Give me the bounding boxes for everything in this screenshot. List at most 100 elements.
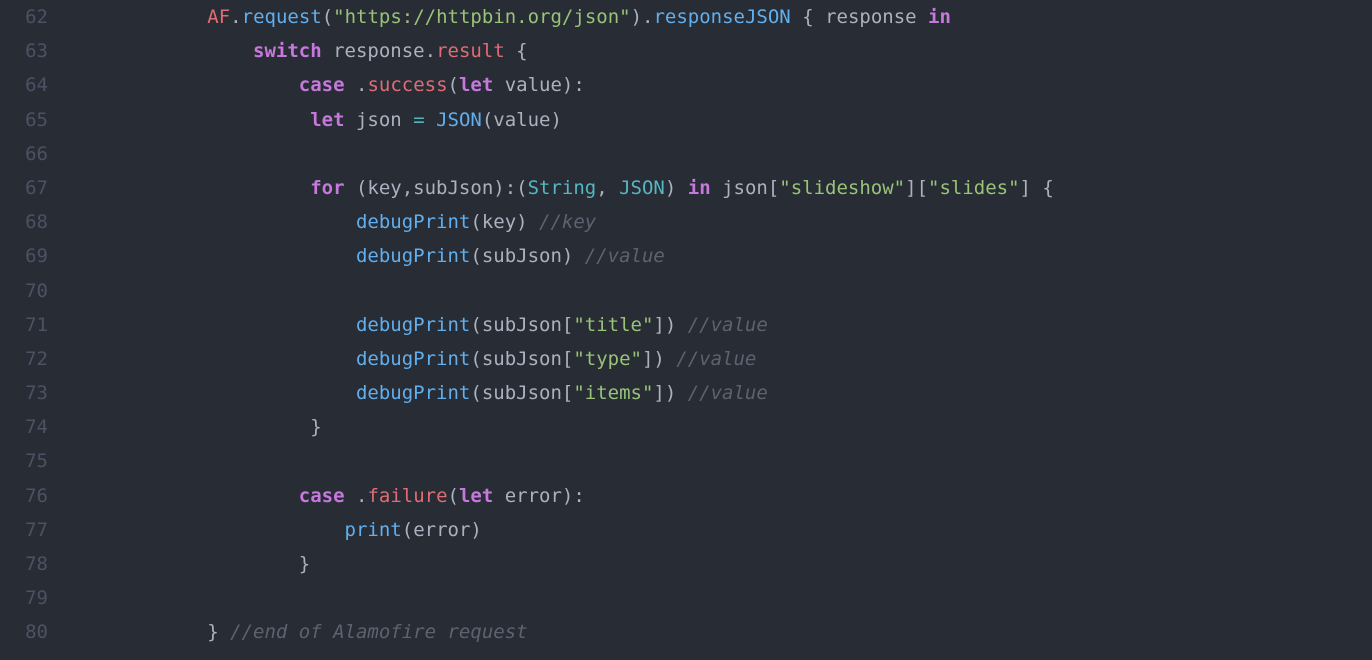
code-token: //value — [688, 382, 768, 404]
code-token — [425, 109, 436, 131]
code-token: result — [436, 40, 505, 62]
code-token: ] { — [1020, 177, 1054, 199]
code-token: (subJson[ — [470, 382, 573, 404]
code-token: "slides" — [928, 177, 1020, 199]
code-token: "items" — [573, 382, 653, 404]
code-token: //value — [688, 314, 768, 336]
code-token: } — [70, 553, 310, 575]
code-token: error): — [493, 485, 585, 507]
line-number: 63 — [0, 34, 48, 68]
code-token: response. — [322, 40, 436, 62]
code-line[interactable]: debugPrint(subJson["type"]) //value — [70, 342, 1372, 376]
code-token: (key) — [470, 211, 539, 233]
code-line[interactable]: AF.request("https://httpbin.org/json").r… — [70, 0, 1372, 34]
code-token — [70, 280, 81, 302]
code-token: } — [70, 416, 322, 438]
code-content[interactable]: AF.request("https://httpbin.org/json").r… — [70, 0, 1372, 660]
code-token: ]) — [653, 382, 687, 404]
code-token: debugPrint — [356, 382, 470, 404]
code-line[interactable]: debugPrint(subJson["title"]) //value — [70, 308, 1372, 342]
code-token: debugPrint — [356, 348, 470, 370]
code-line[interactable]: let json = JSON(value) — [70, 103, 1372, 137]
code-line[interactable]: for (key,subJson):(String, JSON) in json… — [70, 171, 1372, 205]
code-line[interactable]: debugPrint(subJson) //value — [70, 239, 1372, 273]
code-token: ( — [448, 74, 459, 96]
code-token — [70, 109, 310, 131]
line-number: 70 — [0, 274, 48, 308]
code-line[interactable] — [70, 581, 1372, 615]
code-token: debugPrint — [356, 211, 470, 233]
code-token: } — [70, 621, 230, 643]
code-token: , — [596, 177, 619, 199]
code-token: ( — [448, 485, 459, 507]
code-token — [70, 587, 81, 609]
line-number: 69 — [0, 239, 48, 273]
code-line[interactable]: debugPrint(key) //key — [70, 205, 1372, 239]
code-token: "title" — [573, 314, 653, 336]
code-line[interactable]: print(error) — [70, 513, 1372, 547]
code-token — [70, 245, 356, 267]
code-token — [70, 143, 81, 165]
code-token — [70, 6, 207, 28]
code-token: json — [345, 109, 414, 131]
code-token: request — [242, 6, 322, 28]
code-token: ( — [322, 6, 333, 28]
line-number: 80 — [0, 615, 48, 649]
code-token: (subJson[ — [470, 348, 573, 370]
code-line[interactable]: } — [70, 547, 1372, 581]
code-token: let — [310, 109, 344, 131]
code-token — [70, 382, 356, 404]
line-number: 65 — [0, 103, 48, 137]
code-token: json[ — [711, 177, 780, 199]
code-line[interactable]: } — [70, 410, 1372, 444]
code-token: success — [367, 74, 447, 96]
code-line[interactable] — [70, 137, 1372, 171]
code-token: "type" — [573, 348, 642, 370]
code-line[interactable]: case .failure(let error): — [70, 479, 1372, 513]
code-line[interactable]: switch response.result { — [70, 34, 1372, 68]
code-token: "https://httpbin.org/json" — [333, 6, 630, 28]
line-number: 78 — [0, 547, 48, 581]
code-token: . — [345, 485, 368, 507]
code-token: debugPrint — [356, 314, 470, 336]
code-token: print — [345, 519, 402, 541]
line-number: 67 — [0, 171, 48, 205]
code-token: in — [928, 6, 951, 28]
code-line[interactable]: } //end of Alamofire request — [70, 615, 1372, 649]
code-token — [70, 450, 81, 472]
code-token: for — [310, 177, 344, 199]
line-number: 68 — [0, 205, 48, 239]
code-token: switch — [253, 40, 322, 62]
code-token: (value) — [482, 109, 562, 131]
code-token: //value — [676, 348, 756, 370]
code-token: = — [413, 109, 424, 131]
line-number: 77 — [0, 513, 48, 547]
code-editor[interactable]: 62636465666768697071727374757677787980 A… — [0, 0, 1372, 660]
line-number: 74 — [0, 410, 48, 444]
code-token: //value — [585, 245, 665, 267]
code-line[interactable]: case .success(let value): — [70, 68, 1372, 102]
code-token: "slideshow" — [779, 177, 905, 199]
code-token: //end of Alamofire request — [230, 621, 527, 643]
line-number: 71 — [0, 308, 48, 342]
code-token: //key — [539, 211, 596, 233]
code-token — [70, 348, 356, 370]
code-token: . — [230, 6, 241, 28]
code-token: (subJson[ — [470, 314, 573, 336]
code-token: ). — [631, 6, 654, 28]
code-line[interactable] — [70, 274, 1372, 308]
code-token: debugPrint — [356, 245, 470, 267]
code-token — [70, 40, 253, 62]
code-line[interactable]: debugPrint(subJson["items"]) //value — [70, 376, 1372, 410]
code-line[interactable] — [70, 444, 1372, 478]
code-token — [70, 211, 356, 233]
code-token — [70, 485, 299, 507]
code-token: case — [299, 485, 345, 507]
code-token: ) — [665, 177, 688, 199]
code-token: failure — [367, 485, 447, 507]
line-number: 62 — [0, 0, 48, 34]
code-token — [70, 177, 310, 199]
code-token: { response — [791, 6, 928, 28]
code-token: value): — [493, 74, 585, 96]
code-token: { — [505, 40, 528, 62]
